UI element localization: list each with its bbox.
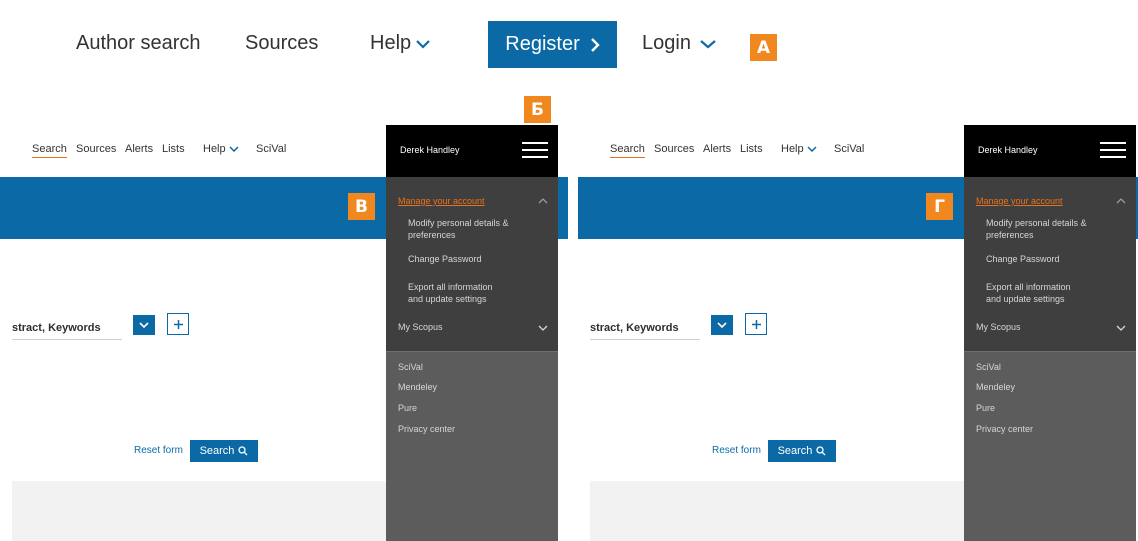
reset-form-link[interactable]: Reset form [134, 445, 183, 456]
panel-nav-help[interactable]: Help [203, 143, 239, 155]
plus-icon [173, 319, 183, 329]
search-button[interactable]: Search [768, 440, 836, 462]
menu-item-change-password[interactable]: Change Password [986, 253, 1060, 265]
menu-item-modify-details[interactable]: Modify personal details & [986, 217, 1087, 229]
nav-login-label: Login [642, 32, 691, 54]
panel-nav-sources[interactable]: Sources [76, 143, 116, 155]
search-field-underline [12, 339, 122, 340]
screenshot-panel-left: Search Sources Alerts Lists Help SciVal … [0, 125, 568, 541]
callout-badge-g: Г [926, 193, 953, 220]
add-field-button[interactable] [745, 313, 767, 335]
panel-nav-scival[interactable]: SciVal [256, 143, 286, 155]
page-footer-area [590, 481, 970, 541]
menu-divider [386, 351, 558, 352]
add-field-button[interactable] [167, 313, 189, 335]
nav-help[interactable]: Help [370, 32, 431, 55]
field-dropdown-button[interactable] [133, 315, 155, 335]
search-icon [238, 446, 248, 456]
register-button[interactable]: Register [488, 21, 617, 68]
manage-account-heading[interactable]: Manage your account [398, 195, 485, 207]
callout-badge-b: Б [524, 96, 551, 123]
chevron-up-icon[interactable] [1116, 198, 1126, 204]
menu-divider [964, 351, 1136, 352]
nav-login[interactable]: Login [642, 32, 717, 55]
hamburger-menu-icon[interactable] [1100, 142, 1126, 158]
side-menu-header: Derek Handley [964, 125, 1136, 177]
search-field-type[interactable]: stract, Keywords [590, 322, 679, 334]
menu-link-privacy[interactable]: Privacy center [976, 423, 1033, 435]
side-menu-header: Derek Handley [386, 125, 558, 177]
side-menu: Derek Handley Manage your account Modify… [386, 125, 558, 541]
user-name: Derek Handley [978, 145, 1038, 155]
chevron-down-icon [807, 146, 817, 153]
search-field-type[interactable]: stract, Keywords [12, 322, 101, 334]
chevron-up-icon[interactable] [538, 198, 548, 204]
menu-link-mendeley[interactable]: Mendeley [398, 381, 437, 393]
chevron-down-icon [139, 322, 149, 328]
nav-help-label: Help [370, 32, 412, 54]
menu-item-export-info[interactable]: Export all information [986, 281, 1071, 293]
hamburger-menu-icon[interactable] [522, 142, 548, 158]
menu-link-mendeley[interactable]: Mendeley [976, 381, 1015, 393]
callout-badge-a: А [750, 34, 777, 61]
panel-nav-alerts[interactable]: Alerts [125, 143, 153, 155]
chevron-right-icon [590, 37, 600, 52]
chevron-down-icon [229, 146, 239, 153]
menu-item-change-password[interactable]: Change Password [408, 253, 482, 265]
callout-badge-v: В [348, 193, 375, 220]
panel-nav-scival[interactable]: SciVal [834, 143, 864, 155]
search-button[interactable]: Search [190, 440, 258, 462]
chevron-down-icon[interactable] [538, 325, 548, 331]
chevron-down-icon [717, 322, 727, 328]
screenshot-panel-right: Search Sources Alerts Lists Help SciVal … [578, 125, 1138, 541]
menu-link-pure[interactable]: Pure [398, 402, 417, 414]
search-icon [816, 446, 826, 456]
panel-nav-alerts[interactable]: Alerts [703, 143, 731, 155]
panel-nav-lists[interactable]: Lists [740, 143, 763, 155]
my-scopus-toggle[interactable]: My Scopus [976, 321, 1021, 333]
side-menu: Derek Handley Manage your account Modify… [964, 125, 1136, 541]
field-dropdown-button[interactable] [711, 315, 733, 335]
menu-link-scival[interactable]: SciVal [398, 361, 423, 373]
search-button-label: Search [777, 445, 813, 457]
panel-nav-help-label: Help [781, 143, 804, 155]
menu-item-export-info-cont[interactable]: and update settings [408, 293, 487, 305]
menu-item-modify-details-cont[interactable]: preferences [408, 229, 456, 241]
chevron-down-icon[interactable] [1116, 325, 1126, 331]
panel-nav-search[interactable]: Search [32, 143, 67, 158]
panel-nav-sources[interactable]: Sources [654, 143, 694, 155]
search-button-label: Search [199, 445, 235, 457]
search-field-underline [590, 339, 700, 340]
menu-item-export-info[interactable]: Export all information [408, 281, 493, 293]
my-scopus-toggle[interactable]: My Scopus [398, 321, 443, 333]
reset-form-link[interactable]: Reset form [712, 445, 761, 456]
menu-link-privacy[interactable]: Privacy center [398, 423, 455, 435]
chevron-down-icon [700, 39, 716, 49]
plus-icon [751, 319, 761, 329]
menu-item-export-info-cont[interactable]: and update settings [986, 293, 1065, 305]
manage-account-heading[interactable]: Manage your account [976, 195, 1063, 207]
menu-link-pure[interactable]: Pure [976, 402, 995, 414]
panel-nav-help[interactable]: Help [781, 143, 817, 155]
user-name: Derek Handley [400, 145, 460, 155]
menu-item-modify-details[interactable]: Modify personal details & [408, 217, 509, 229]
menu-item-modify-details-cont[interactable]: preferences [986, 229, 1034, 241]
nav-author-search[interactable]: Author search [76, 32, 201, 55]
chevron-down-icon [416, 39, 430, 49]
register-label: Register [505, 33, 580, 55]
top-navigation: Author search Sources Help Register Logi… [0, 0, 1138, 90]
nav-sources[interactable]: Sources [245, 32, 318, 55]
panel-nav-search[interactable]: Search [610, 143, 645, 158]
page-footer-area [12, 481, 392, 541]
menu-link-scival[interactable]: SciVal [976, 361, 1001, 373]
panel-nav-lists[interactable]: Lists [162, 143, 185, 155]
panel-nav-help-label: Help [203, 143, 226, 155]
